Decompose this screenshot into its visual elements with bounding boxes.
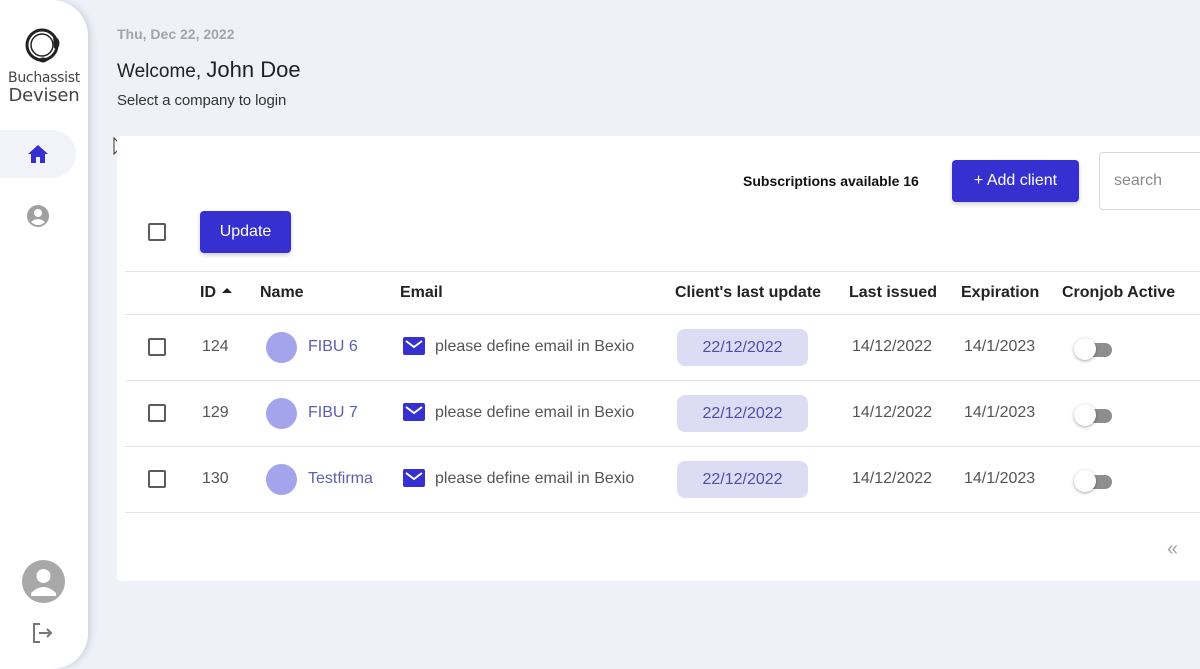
mail-icon [403, 337, 425, 355]
clients-card: Subscriptions available 16 + Add client … [117, 136, 1200, 581]
cronjob-toggle[interactable] [1074, 338, 1114, 360]
last-update-chip: 22/12/2022 [677, 395, 808, 432]
row-checkbox[interactable] [148, 338, 166, 356]
row-checkbox[interactable] [148, 470, 166, 488]
column-header-last-update[interactable]: Client's last update [675, 284, 821, 302]
column-header-id[interactable]: ID [200, 284, 232, 302]
expiration: 14/1/2023 [964, 338, 1036, 355]
update-button[interactable]: Update [200, 211, 291, 253]
table-divider [125, 271, 1200, 272]
email-text: please define email in Bexio [435, 404, 635, 421]
table-row[interactable]: 130 Testfirma please define email in Bex… [117, 447, 1200, 513]
current-date: Thu, Dec 22, 2022 [117, 26, 235, 42]
table-row[interactable]: 124 FIBU 6 please define email in Bexio … [117, 315, 1200, 381]
user-circle-icon [27, 205, 49, 227]
email-text: please define email in Bexio [435, 338, 635, 355]
add-client-button[interactable]: + Add client [952, 160, 1079, 202]
user-name: John Doe [206, 57, 301, 82]
row-checkbox[interactable] [148, 404, 166, 422]
email-text: please define email in Bexio [435, 470, 635, 487]
expiration: 14/1/2023 [964, 470, 1036, 487]
column-header-expiration[interactable]: Expiration [961, 284, 1039, 302]
sidebar-item-home[interactable] [0, 130, 76, 178]
logo-text-bottom: Devisen [8, 85, 80, 106]
logout-icon [33, 623, 53, 643]
toggle-thumb [1074, 404, 1096, 426]
last-update-chip: 22/12/2022 [677, 329, 808, 366]
select-all-checkbox[interactable] [148, 223, 166, 241]
expiration: 14/1/2023 [964, 404, 1036, 421]
sidebar-item-profile[interactable] [0, 192, 76, 240]
logout-button[interactable] [31, 622, 55, 644]
company-name-link[interactable]: FIBU 6 [308, 338, 358, 356]
column-header-last-issued[interactable]: Last issued [849, 284, 937, 302]
home-icon [28, 145, 48, 163]
last-issued: 14/12/2022 [852, 338, 933, 355]
sidebar: Buchassist Devisen [0, 0, 88, 669]
last-issued: 14/12/2022 [852, 404, 933, 421]
avatar-icon [31, 569, 56, 596]
toggle-thumb [1074, 470, 1096, 492]
first-page-button[interactable]: « [1167, 538, 1178, 561]
column-header-cronjob-active[interactable]: Cronjob Active [1062, 284, 1175, 302]
mail-icon [403, 403, 425, 421]
row-id: 130 [202, 470, 229, 487]
welcome-heading: Welcome, John Doe [117, 57, 301, 83]
mail-icon [403, 469, 425, 487]
logo-text-top: Buchassist [8, 70, 80, 86]
table-divider [125, 512, 1200, 513]
cronjob-toggle[interactable] [1074, 404, 1114, 426]
company-name-link[interactable]: FIBU 7 [308, 404, 358, 422]
cronjob-toggle[interactable] [1074, 470, 1114, 492]
headset-logo-icon [25, 28, 60, 63]
column-header-name[interactable]: Name [260, 284, 304, 302]
user-avatar[interactable] [22, 560, 65, 603]
toggle-thumb [1074, 338, 1096, 360]
company-avatar [266, 332, 297, 363]
search-input[interactable] [1099, 152, 1200, 210]
row-id: 129 [202, 404, 229, 421]
company-avatar [266, 398, 297, 429]
welcome-prefix: Welcome, [117, 61, 202, 82]
last-update-chip: 22/12/2022 [677, 461, 808, 498]
last-issued: 14/12/2022 [852, 470, 933, 487]
app-logo[interactable]: Buchassist Devisen [0, 26, 88, 106]
company-avatar [266, 464, 297, 495]
row-id: 124 [202, 338, 229, 355]
company-name-link[interactable]: Testfirma [308, 470, 373, 488]
sort-asc-icon [222, 288, 232, 294]
column-header-email[interactable]: Email [400, 284, 443, 302]
page-subtitle: Select a company to login [117, 92, 287, 109]
subscriptions-available: Subscriptions available 16 [743, 173, 919, 189]
table-row[interactable]: 129 FIBU 7 please define email in Bexio … [117, 381, 1200, 447]
